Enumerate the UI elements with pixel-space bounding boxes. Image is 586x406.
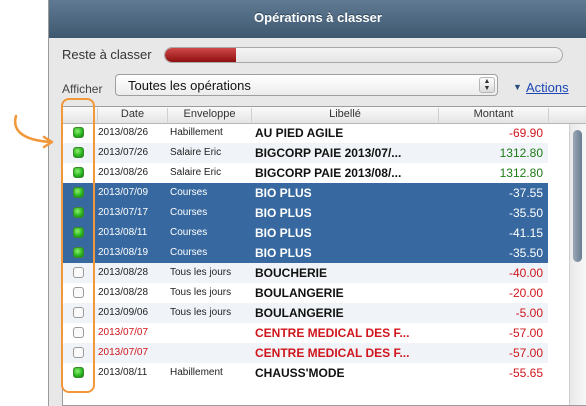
row-enveloppe: Courses bbox=[170, 187, 208, 198]
actions-link[interactable]: Actions bbox=[526, 80, 569, 95]
row-libelle: CENTRE MEDICAL DES F... bbox=[255, 346, 410, 360]
header-date[interactable]: Date bbox=[97, 108, 167, 122]
row-date: 2013/07/07 bbox=[98, 347, 149, 358]
header-montant[interactable]: Montant bbox=[438, 108, 548, 122]
reste-label: Reste à classer bbox=[62, 47, 152, 62]
row-montant: -35.50 bbox=[508, 206, 543, 220]
row-libelle: CENTRE MEDICAL DES F... bbox=[255, 326, 410, 340]
row-libelle: BOUCHERIE bbox=[255, 266, 328, 280]
table-header: Date Enveloppe Libellé Montant bbox=[63, 107, 586, 124]
table-row[interactable]: 2013/08/26 Salaire Eric BIGCORP PAIE 2013/… bbox=[63, 163, 548, 183]
row-montant: -55.65 bbox=[508, 366, 543, 380]
row-montant: 1312.80 bbox=[499, 146, 543, 160]
row-enveloppe: Tous les jours bbox=[170, 287, 232, 298]
table-row[interactable]: 2013/07/07 CENTRE MEDICAL DES F... -57.00 bbox=[63, 323, 548, 343]
reste-progress-bar bbox=[164, 47, 563, 63]
table-row[interactable]: 2013/08/11 Habillement CHAUSS'MODE -55.65 bbox=[63, 363, 548, 383]
row-libelle: AU PIED AGILE bbox=[255, 126, 344, 140]
row-date: 2013/08/19 bbox=[98, 247, 149, 258]
row-montant: 1312.80 bbox=[499, 166, 543, 180]
disclosure-triangle-icon[interactable]: ▼ bbox=[513, 82, 522, 92]
table-row[interactable]: 2013/07/09 Courses BIO PLUS -37.55 bbox=[63, 183, 548, 203]
table-row[interactable]: 2013/08/19 Courses BIO PLUS -35.50 bbox=[63, 243, 548, 263]
table-row[interactable]: 2013/09/06 Tous les jours BOULANGERIE -5.00 bbox=[63, 303, 548, 323]
row-libelle: BIO PLUS bbox=[255, 186, 312, 200]
filter-select[interactable]: Toutes les opérations ▲ ▼ bbox=[115, 74, 498, 96]
row-libelle: BIO PLUS bbox=[255, 246, 312, 260]
row-libelle: BIGCORP PAIE 2013/08/... bbox=[255, 166, 402, 180]
row-date: 2013/07/26 bbox=[98, 147, 149, 158]
row-date: 2013/07/09 bbox=[98, 187, 149, 198]
row-date: 2013/08/11 bbox=[98, 227, 148, 238]
row-date: 2013/07/07 bbox=[98, 327, 149, 338]
row-libelle: BIO PLUS bbox=[255, 226, 312, 240]
afficher-label: Afficher bbox=[62, 82, 103, 96]
row-libelle: BOULANGERIE bbox=[255, 286, 344, 300]
row-enveloppe: Tous les jours bbox=[170, 307, 232, 318]
row-montant: -20.00 bbox=[508, 286, 543, 300]
window-content: Reste à classer Afficher Toutes les opér… bbox=[49, 38, 586, 406]
row-montant: -57.00 bbox=[508, 346, 543, 360]
operations-window: Opérations à classer Reste à classer Aff… bbox=[48, 0, 586, 406]
row-date: 2013/08/28 bbox=[98, 267, 149, 278]
row-enveloppe: Courses bbox=[170, 247, 208, 258]
row-enveloppe: Courses bbox=[170, 207, 208, 218]
table-row[interactable]: 2013/07/26 Salaire Eric BIGCORP PAIE 2013/… bbox=[63, 143, 548, 163]
row-libelle: BOULANGERIE bbox=[255, 306, 344, 320]
row-date: 2013/07/17 bbox=[98, 207, 149, 218]
row-montant: -57.00 bbox=[508, 326, 543, 340]
row-date: 2013/08/28 bbox=[98, 287, 149, 298]
progress-fill bbox=[165, 48, 237, 62]
table-row[interactable]: 2013/08/26 Habillement AU PIED AGILE -69.90 bbox=[63, 123, 548, 143]
row-libelle: CHAUSS'MODE bbox=[255, 366, 345, 380]
vertical-scrollbar[interactable] bbox=[569, 124, 586, 405]
header-libelle[interactable]: Libellé bbox=[251, 108, 438, 122]
row-enveloppe: Tous les jours bbox=[170, 267, 232, 278]
row-montant: -5.00 bbox=[515, 306, 543, 320]
row-libelle: BIGCORP PAIE 2013/07/... bbox=[255, 146, 402, 160]
row-date: 2013/09/06 bbox=[98, 307, 149, 318]
row-date: 2013/08/11 bbox=[98, 367, 148, 378]
row-date: 2013/08/26 bbox=[98, 127, 149, 138]
window-title: Opérations à classer bbox=[254, 10, 382, 25]
table-row[interactable]: 2013/08/28 Tous les jours BOULANGERIE -20.0… bbox=[63, 283, 548, 303]
table-row[interactable]: 2013/08/28 Tous les jours BOUCHERIE -40.00 bbox=[63, 263, 548, 283]
row-montant: -41.15 bbox=[508, 226, 543, 240]
header-spacer bbox=[548, 108, 586, 122]
table-row[interactable]: 2013/08/11 Courses BIO PLUS -41.15 bbox=[63, 223, 548, 243]
scrollbar-thumb[interactable] bbox=[573, 130, 582, 262]
table-row[interactable]: 2013/07/17 Courses BIO PLUS -35.50 bbox=[63, 203, 548, 223]
row-montant: -40.00 bbox=[508, 266, 543, 280]
row-enveloppe: Habillement bbox=[170, 127, 223, 138]
row-enveloppe: Salaire Eric bbox=[170, 147, 222, 158]
filter-select-value: Toutes les opérations bbox=[128, 78, 251, 93]
title-bar[interactable]: Opérations à classer bbox=[49, 0, 586, 38]
operations-table: Date Enveloppe Libellé Montant 2013/08/2… bbox=[62, 106, 586, 406]
row-enveloppe: Habillement bbox=[170, 367, 223, 378]
select-stepper-icon: ▲ ▼ bbox=[479, 77, 495, 93]
row-montant: -37.55 bbox=[508, 186, 543, 200]
row-enveloppe: Salaire Eric bbox=[170, 167, 222, 178]
row-montant: -35.50 bbox=[508, 246, 543, 260]
header-enveloppe[interactable]: Enveloppe bbox=[167, 108, 251, 122]
annotation-highlight-box bbox=[61, 98, 95, 393]
row-montant: -69.90 bbox=[508, 126, 543, 140]
table-row[interactable]: 2013/07/07 CENTRE MEDICAL DES F... -57.00 bbox=[63, 343, 548, 363]
row-date: 2013/08/26 bbox=[98, 167, 149, 178]
annotation-arrow-icon bbox=[13, 114, 54, 149]
row-enveloppe: Courses bbox=[170, 227, 208, 238]
row-libelle: BIO PLUS bbox=[255, 206, 312, 220]
